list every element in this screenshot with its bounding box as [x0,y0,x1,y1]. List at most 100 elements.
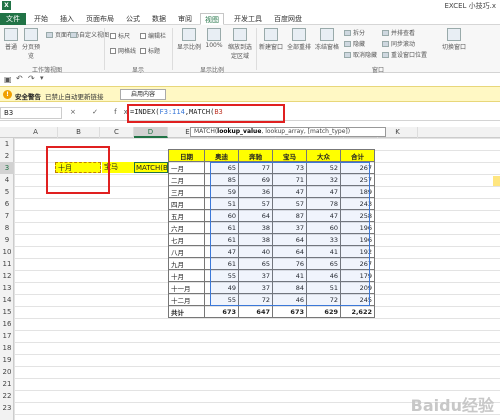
new-window-icon [264,28,278,41]
gridlines-checkbox[interactable]: 网格线 [110,46,136,55]
row-header[interactable]: 9 [0,234,14,246]
row-header[interactable]: 4 [0,174,14,186]
unhide-icon [344,52,351,58]
window-title: EXCEL 小技巧.x [444,2,496,10]
enable-content-button[interactable]: 启用内容 [120,89,166,100]
freeze-panes-icon [320,28,334,41]
zoom-selection-icon [233,28,247,41]
tab-data[interactable]: 数据 [148,13,170,25]
undo-icon[interactable]: ↶ [16,74,23,83]
column-header-d[interactable]: D [134,127,168,138]
cell-highlight-box [46,146,110,194]
row-header[interactable]: 23 [0,402,14,414]
row-header[interactable]: 18 [0,342,14,354]
formula-bar-checkbox[interactable]: 编辑栏 [140,31,166,40]
tab-insert[interactable]: 插入 [56,13,78,25]
zoom-to-selection-button[interactable]: 缩放到选定区域 [226,28,254,60]
reset-window-icon [382,52,389,58]
formula-icons[interactable]: × ✓ fx [70,108,135,116]
view-side-by-side-button[interactable]: 并排查看 [382,28,415,37]
watermark: Baidu经验 [410,396,494,415]
row-header[interactable]: 13 [0,282,14,294]
security-warning-bar: ! 安全警告 已禁止自动更新链接 启用内容 [0,86,500,102]
row-header[interactable]: 14 [0,294,14,306]
unhide-button[interactable]: 取消隐藏 [344,50,377,59]
column-header-b[interactable]: B [58,127,100,138]
ruler-checkbox[interactable]: 标尺 [110,31,130,40]
side-marker-icon [493,176,500,186]
row-header[interactable]: 19 [0,354,14,366]
tab-formulas[interactable]: 公式 [122,13,144,25]
zoom-100-icon [207,28,221,41]
row-header[interactable]: 10 [0,246,14,258]
title-bar: X EXCEL 小技巧.x [0,0,500,12]
tab-file[interactable]: 文件 [0,13,26,25]
header-total[interactable]: 合计 [340,149,375,162]
header-bmw[interactable]: 宝马 [272,149,307,162]
split-button[interactable]: 拆分 [344,28,365,37]
freeze-panes-button[interactable]: 冻结窗格 [314,28,340,51]
tab-view[interactable]: 视图 [200,13,224,25]
normal-view-icon [4,28,18,41]
name-box[interactable]: B3 [0,107,62,119]
quick-access-toolbar: ▣ ↶ ↷ ▾ [0,73,500,86]
row-header[interactable]: 16 [0,318,14,330]
tab-baidu-netdisk[interactable]: 百度网盘 [270,13,306,25]
reset-window-button[interactable]: 重设窗口位置 [382,50,427,59]
row-header[interactable]: 12 [0,270,14,282]
save-icon[interactable]: ▣ [4,75,12,84]
arrange-all-icon [292,28,306,41]
row-header[interactable]: 3 [0,162,14,174]
row-header[interactable]: 1 [0,138,14,150]
row-header[interactable]: 11 [0,258,14,270]
row-header[interactable]: 21 [0,378,14,390]
excel-logo-icon: X [2,1,11,10]
customize-qat-icon[interactable]: ▾ [40,74,44,82]
row-header[interactable]: 17 [0,330,14,342]
column-header-c[interactable]: C [100,127,134,138]
headings-checkbox[interactable]: 标题 [140,46,160,55]
zoom-100-button[interactable]: 100% [204,28,224,49]
row-header[interactable]: 5 [0,186,14,198]
page-break-preview-button[interactable]: 分页预览 [20,28,42,60]
switch-windows-icon [447,28,461,41]
tab-page-layout[interactable]: 页面布局 [82,13,118,25]
normal-view-button[interactable]: 普通 [2,28,20,51]
sync-scroll-button[interactable]: 同步滚动 [382,39,415,48]
row-header[interactable]: 2 [0,150,14,162]
header-vw[interactable]: 大众 [306,149,341,162]
row-header[interactable]: 8 [0,222,14,234]
column-header-a[interactable]: A [14,127,58,138]
security-message: 已禁止自动更新链接 [45,93,104,101]
switch-windows-button[interactable]: 切换窗口 [440,28,468,51]
tab-home[interactable]: 开始 [30,13,52,25]
zoom-icon [182,28,196,41]
security-title: 安全警告 [15,93,41,101]
ribbon-view: 普通 分页预览 页面布局 自定义视图 工作簿视图 标尺 编辑栏 网格线 标题 显… [0,25,500,74]
hide-button[interactable]: 隐藏 [344,39,365,48]
row-header[interactable]: 15 [0,306,14,318]
hide-icon [344,41,351,47]
row-header[interactable]: 22 [0,390,14,402]
header-benz[interactable]: 奔驰 [238,149,273,162]
warning-icon: ! [3,90,12,99]
row-header[interactable]: 20 [0,366,14,378]
formula-highlight-box [127,104,285,123]
range-highlight-f3-i14 [210,162,370,306]
new-window-button[interactable]: 新建窗口 [258,28,284,51]
ribbon-tabs: 文件 开始 插入 页面布局 公式 数据 审阅 视图 开发工具 百度网盘 [0,12,500,25]
table-header-row: 日期 奥迪 奔驰 宝马 大众 合计 [168,149,375,162]
redo-icon[interactable]: ↷ [28,74,35,83]
row-header[interactable]: 7 [0,210,14,222]
row-header[interactable]: 6 [0,198,14,210]
sync-scroll-icon [382,41,389,47]
header-audi[interactable]: 奥迪 [204,149,239,162]
function-tooltip: MATCH(lookup_value, lookup_array, [match… [190,127,386,137]
cell-d3-editing[interactable]: MATCH(B3 [134,162,168,173]
split-icon [344,30,351,36]
tab-developer[interactable]: 开发工具 [230,13,266,25]
header-date[interactable]: 日期 [168,149,205,162]
zoom-button[interactable]: 显示比例 [176,28,202,51]
tab-review[interactable]: 审阅 [174,13,196,25]
arrange-all-button[interactable]: 全部重排 [286,28,312,51]
